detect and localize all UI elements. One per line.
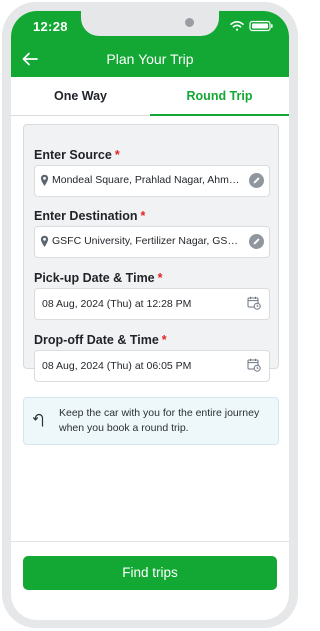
- trip-form-card: Enter Source * Mondeal Square, Prahlad Na…: [23, 124, 279, 382]
- pencil-icon: [253, 177, 260, 184]
- divider: [11, 541, 289, 542]
- source-label: Enter Source *: [34, 148, 120, 162]
- location-pin-icon: [40, 235, 49, 247]
- destination-label: Enter Destination *: [34, 209, 145, 223]
- required-mark: *: [140, 209, 146, 223]
- pickup-value: 08 Aug, 2024 (Thu) at 12:28 PM: [42, 298, 192, 310]
- edit-source-button[interactable]: [249, 173, 264, 188]
- wifi-icon: [230, 21, 244, 31]
- front-camera: [185, 18, 194, 27]
- status-time: 12:28: [33, 19, 68, 34]
- page-title: Plan Your Trip: [106, 51, 194, 67]
- pickup-label-text: Pick-up Date & Time: [34, 271, 155, 285]
- source-field[interactable]: Mondeal Square, Prahlad Nagar, Ahmedabad…: [34, 165, 270, 197]
- required-mark: *: [157, 271, 163, 285]
- top-nav-bar: Plan Your Trip: [11, 41, 289, 77]
- phone-frame: 12:28 Plan Your Trip One Way Round Trip …: [2, 2, 298, 628]
- destination-value: GSFC University, Fertilizer Nagar, GSFC,…: [52, 235, 242, 247]
- edit-destination-button[interactable]: [249, 234, 264, 249]
- info-text: Keep the car with you for the entire jou…: [59, 407, 260, 434]
- find-trips-button[interactable]: Find trips: [23, 556, 277, 590]
- dropoff-datetime-field[interactable]: 08 Aug, 2024 (Thu) at 06:05 PM: [34, 350, 270, 382]
- required-mark: *: [114, 148, 120, 162]
- tab-round-trip[interactable]: Round Trip: [150, 77, 289, 116]
- battery-icon: [249, 20, 273, 32]
- pickup-datetime-field[interactable]: 08 Aug, 2024 (Thu) at 12:28 PM: [34, 288, 270, 320]
- dropoff-label-text: Drop-off Date & Time: [34, 333, 159, 347]
- destination-label-text: Enter Destination: [34, 209, 138, 223]
- source-value: Mondeal Square, Prahlad Nagar, Ahmedabad…: [52, 174, 242, 186]
- tab-one-way[interactable]: One Way: [11, 77, 150, 115]
- dropoff-value: 08 Aug, 2024 (Thu) at 06:05 PM: [42, 360, 192, 372]
- destination-field[interactable]: GSFC University, Fertilizer Nagar, GSFC,…: [34, 226, 270, 258]
- calendar-clock-icon: [247, 358, 261, 372]
- calendar-clock-icon: [247, 296, 261, 310]
- required-mark: *: [161, 333, 167, 347]
- round-trip-info-box: Keep the car with you for the entire jou…: [23, 397, 279, 445]
- status-bar: 12:28: [11, 11, 289, 41]
- dropoff-label: Drop-off Date & Time *: [34, 333, 167, 347]
- status-icons: [230, 20, 273, 32]
- trip-type-tabs: One Way Round Trip: [11, 77, 289, 116]
- source-label-text: Enter Source: [34, 148, 112, 162]
- pickup-label: Pick-up Date & Time *: [34, 271, 163, 285]
- app-screen: 12:28 Plan Your Trip One Way Round Trip …: [11, 11, 289, 620]
- u-turn-icon: [33, 413, 44, 427]
- pencil-icon: [253, 238, 260, 245]
- notch: [81, 11, 219, 36]
- location-pin-icon: [40, 174, 49, 186]
